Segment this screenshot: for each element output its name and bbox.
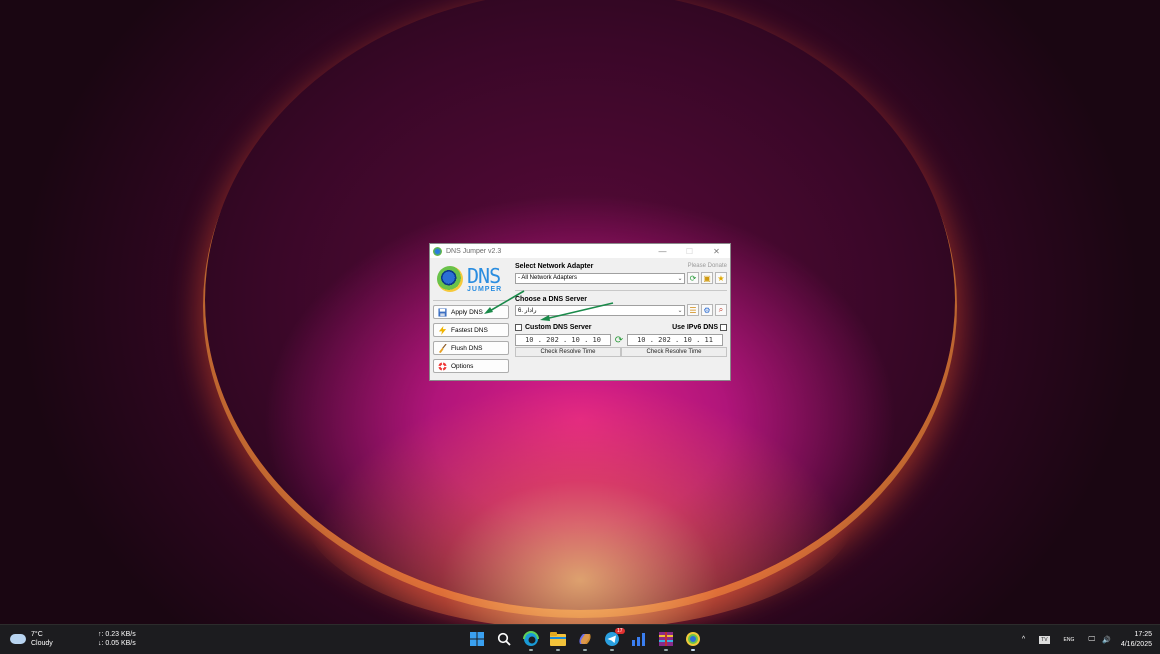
- fastest-dns-button[interactable]: Fastest DNS: [433, 323, 509, 337]
- taskbar-apps: 17: [463, 628, 706, 651]
- running-indicator: [690, 649, 695, 651]
- globe-icon: [437, 266, 463, 292]
- cloud-icon: [10, 634, 26, 644]
- wallpaper-glow: [300, 380, 860, 630]
- app-tray-icon[interactable]: TV: [1039, 635, 1050, 644]
- download-speed: ↓: 0.05 KB/s: [98, 640, 136, 647]
- minimize-button[interactable]: —: [649, 247, 676, 256]
- network-icon[interactable]: 🖵: [1088, 636, 1095, 644]
- clock-date: 4/16/2025: [1120, 640, 1152, 648]
- divider: [515, 290, 727, 291]
- check-resolve-secondary-button[interactable]: Check Resolve Time: [621, 347, 727, 357]
- divider: [433, 300, 509, 301]
- left-panel: DNS JUMPER Apply DNS Fastest DNS Flush D…: [433, 261, 509, 377]
- clock[interactable]: 17:25 4/16/2025: [1121, 630, 1152, 650]
- dns-server-select[interactable]: 6. رادار ⌄: [515, 304, 685, 316]
- secondary-dns-input[interactable]: 10 . 202 . 10 . 11: [627, 334, 723, 346]
- copilot-icon[interactable]: [575, 629, 595, 651]
- running-indicator: [582, 649, 587, 651]
- weather-widget[interactable]: 7°C Cloudy: [10, 630, 53, 648]
- lightning-icon: [438, 325, 447, 335]
- search-icon[interactable]: ⌕: [715, 304, 727, 316]
- options-button[interactable]: Options: [433, 359, 509, 373]
- language-indicator[interactable]: ENG: [1064, 637, 1075, 643]
- archive-app-icon[interactable]: [656, 629, 676, 651]
- search-icon[interactable]: [494, 629, 514, 649]
- edge-browser-icon[interactable]: [521, 629, 541, 651]
- maximize-button[interactable]: ☐: [676, 247, 703, 256]
- lifebuoy-icon: [438, 361, 447, 371]
- speaker-icon[interactable]: 🔊: [1102, 636, 1111, 644]
- check-resolve-primary-button[interactable]: Check Resolve Time: [515, 347, 621, 357]
- clock-time: 17:25: [1134, 630, 1152, 638]
- donate-link[interactable]: Please Donate: [688, 263, 727, 269]
- right-panel: Select Network Adapter Please Donate - A…: [515, 261, 727, 357]
- choose-dns-label: Choose a DNS Server: [515, 295, 587, 303]
- flush-dns-button[interactable]: Flush DNS: [433, 341, 509, 355]
- running-indicator: [555, 649, 560, 651]
- network-adapter-select[interactable]: - All Network Adapters ⌄: [515, 272, 685, 284]
- primary-dns-input[interactable]: 10 . 202 . 10 . 10: [515, 334, 611, 346]
- apply-dns-button[interactable]: Apply DNS: [433, 305, 509, 319]
- gear-icon[interactable]: ⚙: [701, 304, 713, 316]
- dns-list-icon[interactable]: ☰: [687, 304, 699, 316]
- dns-jumper-logo: DNS JUMPER: [433, 261, 509, 297]
- weather-condition: Cloudy: [31, 640, 53, 647]
- chevron-down-icon: ⌄: [677, 275, 683, 282]
- system-tray: ^ TV ENG 🖵 🔊 17:25 4/16/2025: [1015, 625, 1160, 654]
- network-info-icon[interactable]: ▣: [701, 272, 713, 284]
- file-explorer-icon[interactable]: [548, 629, 568, 651]
- swap-icon[interactable]: ⟳: [611, 335, 627, 346]
- ipv6-checkbox[interactable]: [720, 323, 727, 331]
- options-label: Options: [451, 362, 474, 370]
- chevron-down-icon: ⌄: [677, 307, 683, 314]
- flush-dns-label: Flush DNS: [451, 344, 483, 352]
- chevron-up-icon[interactable]: ^: [1022, 636, 1025, 643]
- close-button[interactable]: ✕: [703, 247, 730, 256]
- weather-temp: 7°C: [31, 631, 43, 638]
- windows-start-icon[interactable]: [467, 629, 487, 649]
- running-indicator: [663, 649, 668, 651]
- app-icon: [433, 246, 442, 256]
- apply-dns-label: Apply DNS: [451, 308, 483, 316]
- select-adapter-label: Select Network Adapter: [515, 262, 594, 270]
- fastest-dns-label: Fastest DNS: [451, 326, 488, 334]
- ipv6-label: Use IPv6 DNS: [672, 323, 718, 331]
- title-bar[interactable]: DNS Jumper v2.3 — ☐ ✕: [430, 244, 730, 258]
- notification-badge: 17: [614, 628, 625, 634]
- running-indicator: [609, 649, 614, 651]
- network-adapter-value: - All Network Adapters: [518, 275, 578, 281]
- dns-server-value: 6. رادار: [518, 307, 537, 314]
- dns-jumper-taskbar-icon[interactable]: [683, 629, 703, 651]
- refresh-adapter-icon[interactable]: ⟳: [687, 272, 699, 284]
- taskbar: 7°C Cloudy ↑: 0.23 KB/s ↓: 0.05 KB/s 17: [0, 624, 1160, 654]
- custom-dns-checkbox[interactable]: [515, 323, 522, 331]
- broom-icon: [438, 343, 447, 353]
- upload-speed: ↑: 0.23 KB/s: [98, 631, 136, 638]
- running-indicator: [528, 649, 533, 651]
- logo-dns-text: DNS: [467, 263, 501, 288]
- telegram-icon[interactable]: 17: [602, 628, 625, 651]
- floppy-icon: [438, 307, 447, 317]
- custom-dns-label: Custom DNS Server: [525, 323, 592, 331]
- window-title: DNS Jumper v2.3: [446, 247, 502, 255]
- star-icon[interactable]: ★: [715, 272, 727, 284]
- dns-jumper-window: DNS Jumper v2.3 — ☐ ✕ DNS JUMPER Apply D…: [429, 243, 731, 381]
- network-speed-widget: ↑: 0.23 KB/s ↓: 0.05 KB/s: [98, 630, 136, 648]
- network-monitor-icon[interactable]: [629, 629, 649, 649]
- logo-jumper-text: JUMPER: [467, 285, 503, 293]
